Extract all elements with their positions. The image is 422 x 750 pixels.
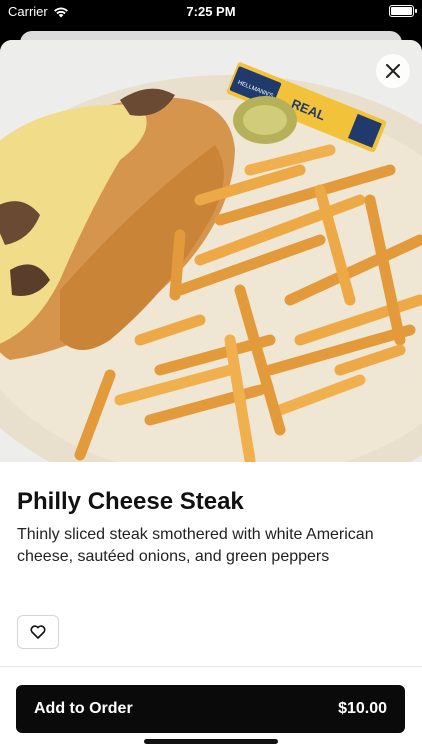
close-button[interactable]: [376, 54, 410, 88]
favorite-button[interactable]: [17, 615, 59, 649]
item-description: Thinly sliced steak smothered with white…: [17, 526, 374, 565]
item-detail-sheet: HELLMANN'S REAL Philly Cheese Steak Thin…: [0, 40, 422, 750]
order-price: $10.00: [338, 700, 387, 717]
divider: [0, 666, 422, 667]
add-to-order-button[interactable]: Add to Order $10.00: [16, 685, 405, 733]
item-image: HELLMANN'S REAL: [0, 40, 422, 462]
close-icon: [386, 64, 400, 78]
status-time: 7:25 PM: [186, 4, 236, 19]
heart-icon: [30, 625, 46, 639]
battery-icon: [389, 5, 417, 17]
item-title: Philly Cheese Steak: [17, 488, 244, 515]
home-indicator: [144, 739, 278, 744]
add-to-order-label: Add to Order: [34, 700, 133, 717]
status-bar: Carrier 7:25 PM: [0, 0, 422, 24]
